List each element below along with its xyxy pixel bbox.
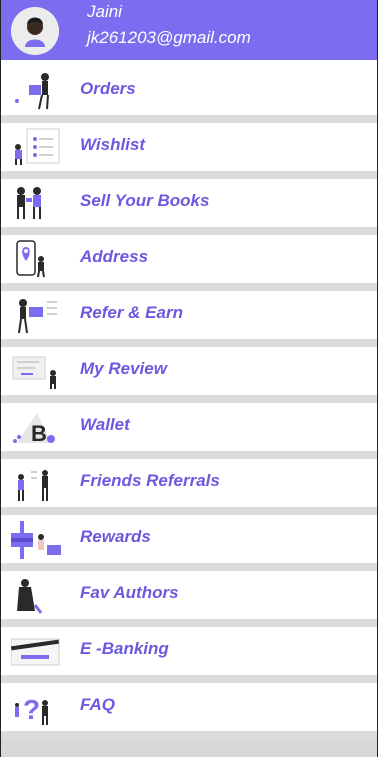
- svg-text:B: B: [31, 421, 47, 446]
- menu-item-label: Orders: [80, 79, 136, 98]
- menu-item-rewards[interactable]: Rewards: [1, 515, 377, 571]
- menu-item-label: Rewards: [80, 527, 151, 546]
- menu-item-label: Friends Referrals: [80, 471, 220, 490]
- refer-card-icon: [18, 299, 57, 334]
- menu-item-label: Address: [80, 247, 149, 266]
- divider: [1, 395, 377, 403]
- avatar-icon: [11, 7, 59, 55]
- avatar[interactable]: [11, 7, 59, 55]
- divider: [1, 115, 377, 123]
- profile-header[interactable]: Jaini jk261203@gmail.com: [1, 0, 377, 60]
- divider: [1, 507, 377, 515]
- location-phone-icon: [16, 240, 45, 278]
- friends-icon: [18, 470, 48, 501]
- menu-item-label: Sell Your Books: [80, 191, 210, 210]
- menu-item-faq[interactable]: ? FAQ: [1, 683, 377, 739]
- crypto-wallet-icon: B: [13, 413, 55, 446]
- user-name: Jaini: [87, 2, 122, 21]
- svg-text:?: ?: [23, 694, 40, 725]
- footer-bar: [1, 739, 377, 757]
- menu-item-label: E -Banking: [80, 639, 169, 658]
- menu-item-friends-referrals[interactable]: Friends Referrals: [1, 459, 377, 515]
- divider: [1, 227, 377, 235]
- menu-item-wallet[interactable]: B Wallet: [1, 403, 377, 459]
- menu-item-wishlist[interactable]: Wishlist: [1, 123, 377, 179]
- wishlist-board-icon: [15, 128, 60, 165]
- menu-item-fav-authors[interactable]: Fav Authors: [1, 571, 377, 627]
- menu-item-refer-earn[interactable]: Refer & Earn: [1, 291, 377, 347]
- gift-icon: [11, 521, 61, 559]
- menu-item-label: Wallet: [80, 415, 130, 434]
- app-frame: Jaini jk261203@gmail.com Orders Wishlist…: [0, 0, 378, 757]
- divider: [1, 731, 377, 739]
- menu-item-label: Fav Authors: [80, 583, 179, 602]
- menu-item-label: My Review: [80, 359, 167, 378]
- divider: [1, 283, 377, 291]
- review-screen-icon: [12, 356, 56, 389]
- menu-item-label: Refer & Earn: [80, 303, 183, 322]
- bank-card-icon: [11, 638, 60, 666]
- menu-item-e-banking[interactable]: E -Banking: [1, 627, 377, 683]
- user-email: jk261203@gmail.com: [87, 28, 251, 47]
- question-icon: ?: [15, 694, 48, 725]
- menu-item-label: Wishlist: [80, 135, 146, 154]
- menu-item-my-review[interactable]: My Review: [1, 347, 377, 403]
- divider: [1, 171, 377, 179]
- person-with-package-icon: [15, 73, 49, 110]
- divider: [1, 339, 377, 347]
- menu-item-label: FAQ: [80, 695, 115, 714]
- divider: [1, 563, 377, 571]
- menu-list: Orders Wishlist Sell Your Books Address …: [1, 67, 377, 739]
- divider: [1, 451, 377, 459]
- menu-item-orders[interactable]: Orders: [1, 67, 377, 123]
- divider: [1, 675, 377, 683]
- author-reading-icon: [17, 579, 43, 614]
- people-trade-icon: [17, 187, 41, 219]
- divider: [1, 619, 377, 627]
- menu-item-address[interactable]: Address: [1, 235, 377, 291]
- menu-item-sell-your-books[interactable]: Sell Your Books: [1, 179, 377, 235]
